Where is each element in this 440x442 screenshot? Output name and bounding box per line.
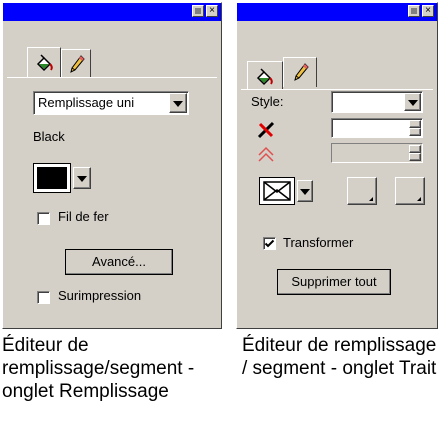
overprint-checkbox[interactable] bbox=[37, 291, 50, 304]
miter-limit-input[interactable] bbox=[331, 143, 423, 163]
transform-label: Transformer bbox=[283, 235, 354, 250]
stroke-editor-panel: × Style: Transformer Supprimer tout bbox=[236, 2, 438, 329]
pencil-icon bbox=[294, 63, 309, 81]
corner-mark-icon bbox=[369, 197, 373, 201]
delete-all-button-label: Supprimer tout bbox=[291, 274, 377, 289]
envelope-icon bbox=[263, 181, 291, 201]
color-swatch bbox=[37, 167, 67, 189]
color-dropdown-button[interactable] bbox=[73, 167, 91, 189]
checkmark-icon bbox=[264, 239, 275, 248]
end-arrow-button[interactable] bbox=[395, 177, 425, 205]
title-bar[interactable]: × bbox=[3, 3, 221, 21]
stroke-width-icon bbox=[257, 121, 275, 139]
tab-stroke[interactable] bbox=[61, 49, 91, 77]
close-button[interactable]: × bbox=[206, 5, 218, 17]
tab-stroke[interactable] bbox=[283, 57, 317, 87]
chevron-down-icon bbox=[408, 100, 418, 106]
fill-type-select[interactable]: Remplissage uni bbox=[33, 91, 189, 115]
tab-fill[interactable] bbox=[27, 47, 61, 77]
fill-editor-panel: × Remplissage uni Black Fil de fer Avanc… bbox=[2, 2, 222, 329]
fill-bucket-icon bbox=[36, 54, 53, 72]
fill-type-value: Remplissage uni bbox=[38, 95, 135, 110]
style-label: Style: bbox=[251, 94, 284, 109]
stroke-width-input[interactable] bbox=[331, 118, 423, 138]
close-button[interactable]: × bbox=[422, 5, 434, 17]
wireframe-label: Fil de fer bbox=[58, 209, 109, 224]
overprint-label: Surimpression bbox=[58, 288, 142, 303]
width-spin-down-button[interactable] bbox=[409, 128, 421, 136]
advanced-button[interactable]: Avancé... bbox=[65, 249, 173, 275]
style-select[interactable] bbox=[331, 91, 423, 113]
tab-separator bbox=[241, 89, 433, 90]
minimize-button[interactable] bbox=[408, 5, 420, 17]
start-arrow-button[interactable] bbox=[347, 177, 377, 205]
fill-bucket-icon bbox=[256, 68, 273, 86]
chevron-down-icon bbox=[173, 101, 183, 107]
title-bar[interactable]: × bbox=[237, 3, 437, 21]
tab-fill[interactable] bbox=[247, 61, 283, 89]
miter-spin-up-button[interactable] bbox=[409, 145, 421, 153]
miter-join-icon bbox=[258, 146, 274, 162]
advanced-button-label: Avancé... bbox=[92, 254, 146, 269]
endpoint-dropdown-button[interactable] bbox=[297, 180, 313, 202]
stroke-endpoint-swatch-button[interactable] bbox=[259, 177, 295, 205]
fill-type-dropdown-button[interactable] bbox=[169, 93, 187, 113]
tab-separator bbox=[7, 77, 217, 78]
chevron-down-icon bbox=[77, 176, 87, 182]
delete-all-button[interactable]: Supprimer tout bbox=[277, 269, 391, 295]
corner-mark-icon bbox=[417, 197, 421, 201]
pencil-icon bbox=[70, 55, 85, 73]
stroke-tab-caption: Éditeur de remplissage / segment - ongle… bbox=[242, 335, 437, 379]
width-spin-up-button[interactable] bbox=[409, 120, 421, 128]
color-name-label: Black bbox=[33, 129, 65, 144]
miter-spin-down-button[interactable] bbox=[409, 153, 421, 161]
chevron-down-icon bbox=[300, 189, 310, 195]
fill-tab-caption: Éditeur de remplissage/segment - onglet … bbox=[2, 335, 195, 402]
minimize-button[interactable] bbox=[192, 5, 204, 17]
style-dropdown-button[interactable] bbox=[404, 93, 421, 111]
transform-checkbox[interactable] bbox=[263, 237, 276, 250]
wireframe-checkbox[interactable] bbox=[37, 212, 50, 225]
color-swatch-button[interactable] bbox=[33, 163, 71, 193]
